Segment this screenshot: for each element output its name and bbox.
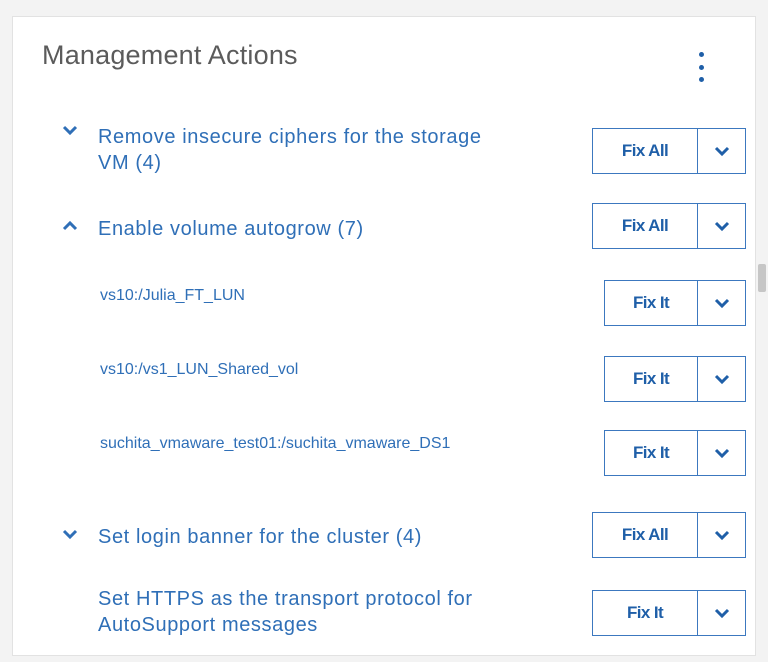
- dropdown-toggle[interactable]: [697, 129, 745, 173]
- fix-it-split-button: Fix It: [592, 590, 746, 636]
- kebab-dot: [698, 52, 704, 57]
- dropdown-toggle[interactable]: [697, 357, 745, 401]
- action-set-login-banner[interactable]: Set login banner for the cluster (4): [98, 524, 578, 550]
- fix-all-split-button: Fix All: [592, 512, 746, 558]
- management-actions-panel: [12, 16, 756, 656]
- fix-it-button[interactable]: Fix It: [605, 357, 697, 401]
- action-set-https-transport[interactable]: Set HTTPS as the transport protocol for …: [98, 586, 578, 638]
- dropdown-toggle[interactable]: [697, 281, 745, 325]
- vertical-ellipsis-icon[interactable]: [696, 52, 706, 82]
- chevron-down-icon: [714, 146, 729, 156]
- fix-all-split-button: Fix All: [592, 128, 746, 174]
- chevron-down-icon: [714, 298, 729, 308]
- action-enable-volume-autogrow[interactable]: Enable volume autogrow (7): [98, 216, 578, 242]
- scrollbar-thumb[interactable]: [758, 264, 766, 292]
- action-remove-insecure-ciphers[interactable]: Remove insecure ciphers for the storage …: [98, 124, 578, 176]
- action-label-line2: VM (4): [98, 152, 162, 174]
- chevron-down-icon: [714, 448, 729, 458]
- fix-all-button[interactable]: Fix All: [593, 129, 697, 173]
- volume-item-label[interactable]: vs10:/Julia_FT_LUN: [100, 286, 245, 306]
- chevron-down-icon[interactable]: [62, 124, 78, 136]
- chevron-down-icon[interactable]: [62, 528, 78, 540]
- fix-it-split-button: Fix It: [604, 280, 746, 326]
- chevron-down-icon: [714, 374, 729, 384]
- dropdown-toggle[interactable]: [697, 204, 745, 248]
- volume-item-label[interactable]: vs10:/vs1_LUN_Shared_vol: [100, 360, 298, 380]
- panel-title: Management Actions: [42, 40, 298, 70]
- fix-all-split-button: Fix All: [592, 203, 746, 249]
- action-label-line1: Enable volume autogrow (7): [98, 218, 364, 240]
- chevron-down-icon: [714, 530, 729, 540]
- dropdown-toggle[interactable]: [697, 431, 745, 475]
- volume-item-label[interactable]: suchita_vmaware_test01:/suchita_vmaware_…: [100, 434, 450, 454]
- kebab-dot: [698, 64, 704, 70]
- chevron-up-icon[interactable]: [62, 220, 78, 232]
- dropdown-toggle[interactable]: [697, 591, 745, 635]
- action-label-line1: Set HTTPS as the transport protocol for: [98, 588, 473, 610]
- dropdown-toggle[interactable]: [697, 513, 745, 557]
- action-label-line1: Set login banner for the cluster (4): [98, 526, 422, 548]
- kebab-dot: [698, 77, 704, 82]
- fix-all-button[interactable]: Fix All: [593, 513, 697, 557]
- action-label-line2: AutoSupport messages: [98, 614, 318, 636]
- fix-all-button[interactable]: Fix All: [593, 204, 697, 248]
- fix-it-button[interactable]: Fix It: [605, 431, 697, 475]
- chevron-down-icon: [714, 221, 729, 231]
- fix-it-split-button: Fix It: [604, 356, 746, 402]
- action-label-line1: Remove insecure ciphers for the storage: [98, 126, 482, 148]
- chevron-down-icon: [714, 608, 729, 618]
- fix-it-button[interactable]: Fix It: [605, 281, 697, 325]
- fix-it-button[interactable]: Fix It: [593, 591, 697, 635]
- fix-it-split-button: Fix It: [604, 430, 746, 476]
